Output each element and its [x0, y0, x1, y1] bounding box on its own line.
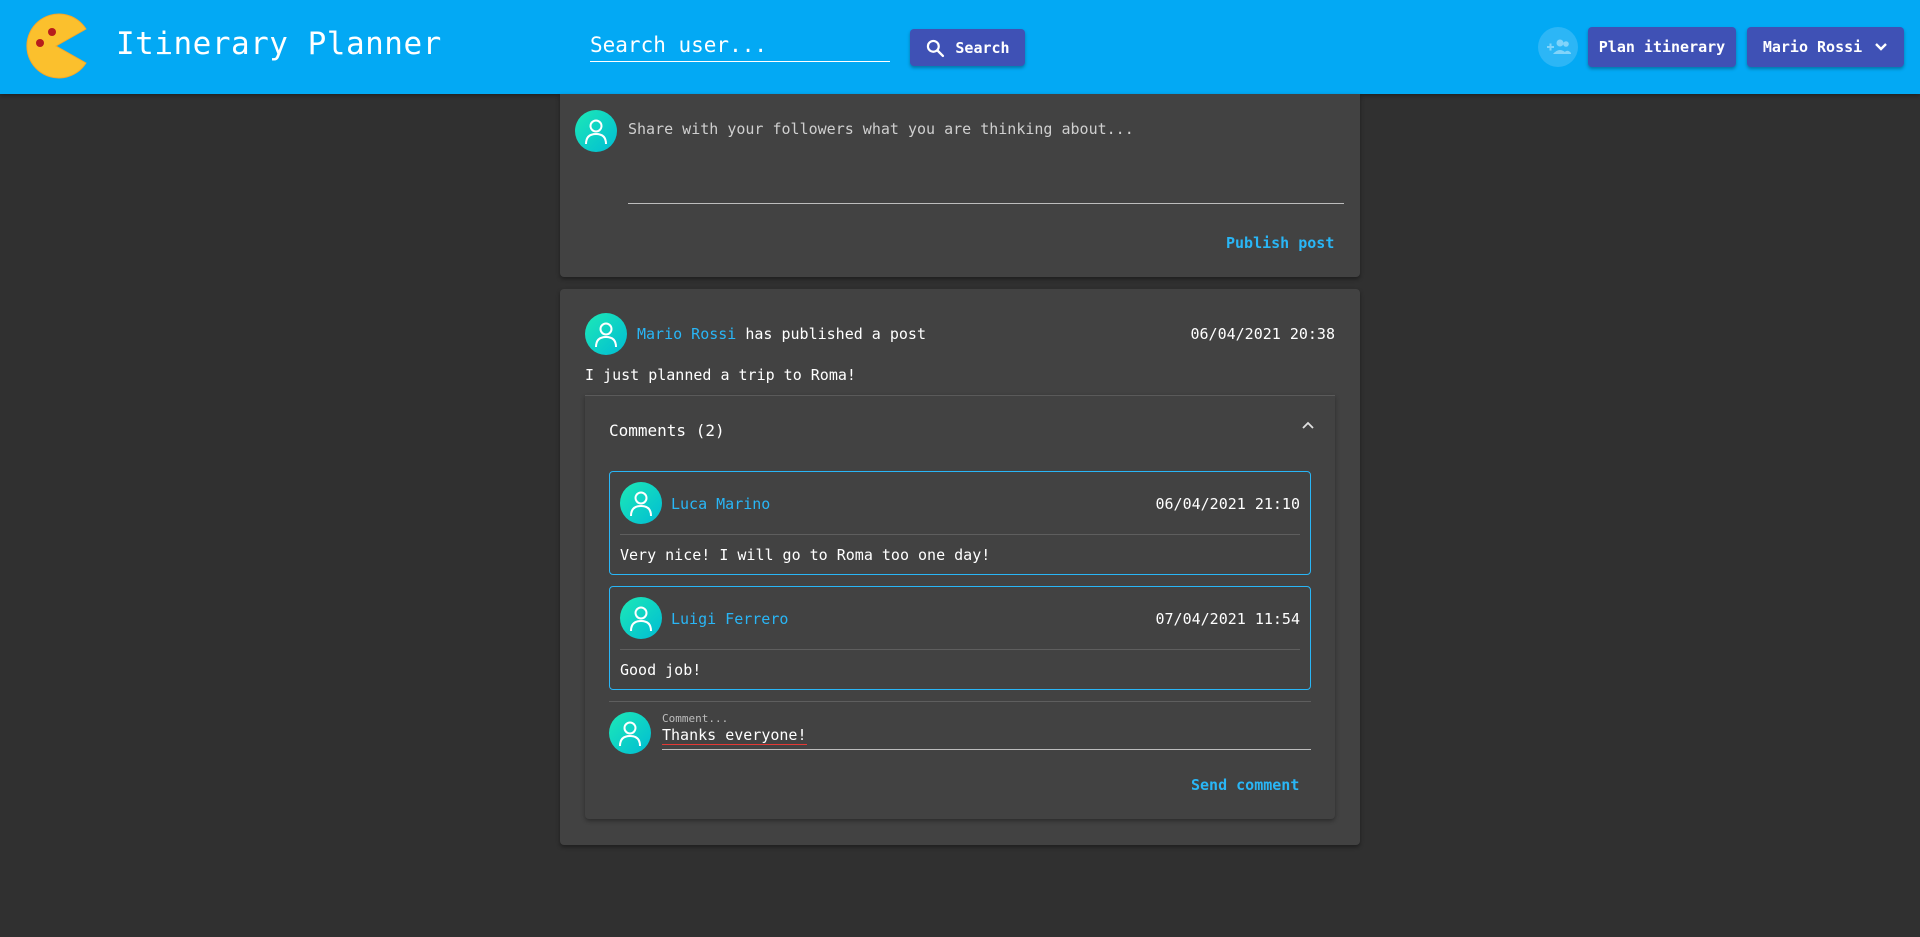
- user-avatar-icon: [630, 606, 652, 632]
- search-icon: [927, 39, 945, 57]
- comments-toggle[interactable]: Comments (2): [609, 421, 725, 440]
- comment-text: Good job!: [620, 661, 702, 679]
- plan-itinerary-button[interactable]: Plan itinerary: [1588, 27, 1736, 67]
- post-composer: Share with your followers what you are t…: [560, 94, 1360, 277]
- search-button-label: Search: [955, 38, 1010, 57]
- avatar[interactable]: [620, 482, 662, 524]
- followers-button[interactable]: [1538, 27, 1578, 67]
- comment-text: Very nice! I will go to Roma too one day…: [620, 546, 991, 564]
- comment-date: 07/04/2021 11:54: [1155, 610, 1301, 628]
- comment-item: Luca Marino 06/04/2021 21:10 Very nice! …: [609, 471, 1311, 575]
- comment-author-link[interactable]: Luca Marino: [671, 495, 770, 513]
- avatar[interactable]: [585, 313, 627, 355]
- send-comment-button[interactable]: Send comment: [1191, 776, 1299, 794]
- pacman-logo-icon[interactable]: [22, 12, 90, 80]
- avatar[interactable]: [620, 597, 662, 639]
- group-add-icon: [1547, 39, 1571, 54]
- search-input[interactable]: [590, 28, 890, 62]
- post-card: Mario Rossi has published a post 06/04/2…: [560, 289, 1360, 845]
- divider: [620, 534, 1300, 535]
- comment-input[interactable]: Thanks everyone!: [662, 726, 1311, 750]
- comments-panel: Comments (2) Luca Marino 06/04/2021 21:1…: [585, 395, 1335, 819]
- divider: [620, 649, 1300, 650]
- post-action-text: has published a post: [745, 325, 926, 343]
- comment-item: Luigi Ferrero 07/04/2021 11:54 Good job!: [609, 586, 1311, 690]
- plan-itinerary-label: Plan itinerary: [1598, 38, 1726, 56]
- user-menu-button[interactable]: Mario Rossi: [1747, 27, 1904, 67]
- publish-post-button[interactable]: Publish post: [1226, 234, 1334, 252]
- post-textarea[interactable]: Share with your followers what you are t…: [628, 120, 1344, 204]
- search-button[interactable]: Search: [910, 29, 1025, 66]
- comment-input-value: Thanks everyone!: [662, 726, 807, 745]
- comment-field-label: Comment...: [662, 712, 729, 725]
- comment-date: 06/04/2021 21:10: [1155, 495, 1301, 513]
- comment-author-link[interactable]: Luigi Ferrero: [671, 610, 788, 628]
- post-date: 06/04/2021 20:38: [1190, 325, 1336, 343]
- app-title[interactable]: Itinerary Planner: [116, 26, 442, 62]
- user-menu-label: Mario Rossi: [1762, 38, 1863, 56]
- post-text: I just planned a trip to Roma!: [585, 366, 856, 384]
- divider: [609, 701, 1311, 702]
- user-avatar-icon: [619, 721, 641, 747]
- avatar: [575, 110, 617, 152]
- user-avatar-icon: [630, 491, 652, 517]
- avatar: [609, 712, 651, 754]
- post-header: Mario Rossi has published a post: [637, 325, 926, 343]
- app-header: Itinerary Planner Search Plan itinerary …: [0, 0, 1920, 94]
- user-avatar-icon: [595, 322, 617, 348]
- chevron-down-icon: [1875, 43, 1888, 51]
- post-author-link[interactable]: Mario Rossi: [637, 325, 736, 343]
- user-avatar-icon: [585, 119, 607, 145]
- chevron-up-icon[interactable]: [1301, 420, 1315, 430]
